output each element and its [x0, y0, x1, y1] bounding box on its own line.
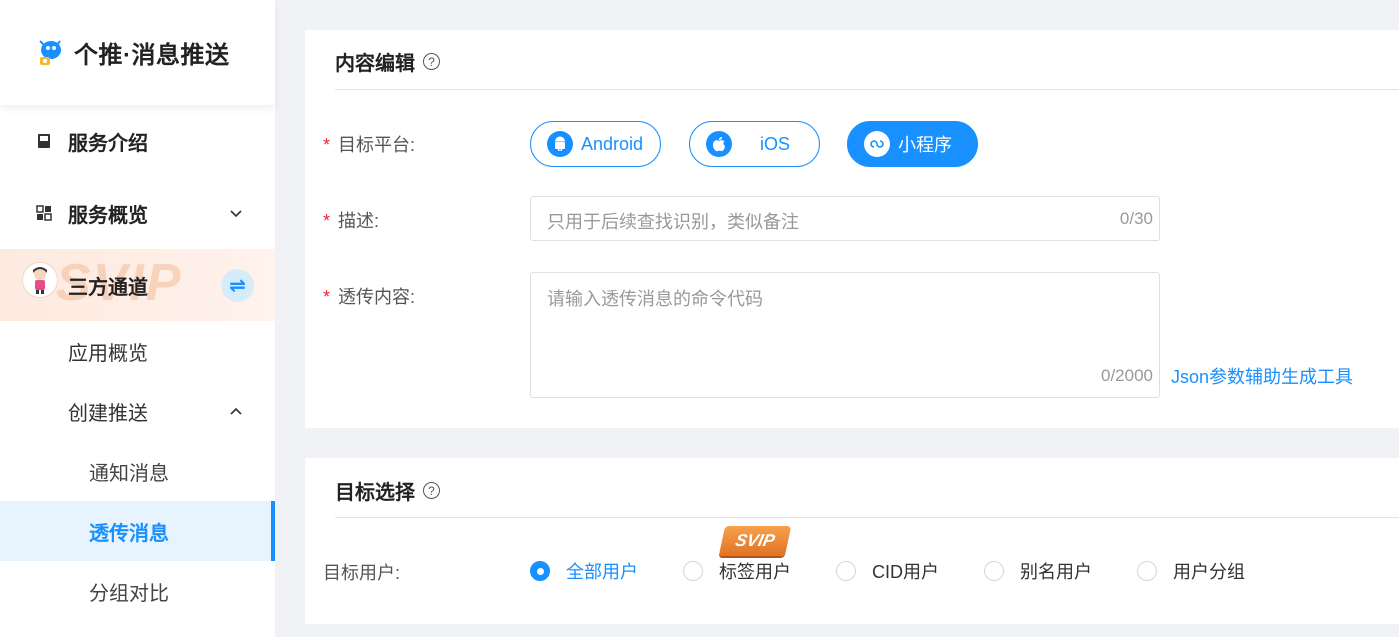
payload-label: * 透传内容:: [323, 283, 415, 309]
radio-button[interactable]: [683, 561, 703, 581]
platform-label: Android: [581, 133, 644, 154]
desc-input[interactable]: 只用于后续查找识别，类似备注 0/30: [530, 196, 1160, 241]
help-icon[interactable]: ?: [423, 53, 440, 70]
payload-char-count: 0/2000: [1101, 366, 1153, 385]
radio-tag-users[interactable]: 标签用户: [683, 558, 791, 584]
grid-icon: [36, 205, 52, 221]
sidebar-item-notify-message[interactable]: 通知消息: [0, 441, 275, 501]
sidebar-item-label: 创建推送: [68, 402, 148, 425]
desc-label: * 描述:: [323, 207, 379, 233]
target-select-card: 目标选择 ? 目标用户: SVIP 全部用户 标签用户 CID用户 别名用户 用…: [305, 458, 1399, 624]
card-title-text: 目标选择: [335, 482, 415, 504]
help-icon[interactable]: ?: [423, 482, 440, 499]
sidebar-item-label: 透传消息: [89, 522, 169, 545]
platform-label-text: 目标平台:: [338, 135, 416, 155]
sidebar-item-label: 服务介绍: [68, 132, 148, 155]
required-mark: *: [323, 211, 331, 231]
chevron-down-icon: [230, 210, 242, 218]
payload-placeholder: 请输入透传消息的命令代码: [547, 289, 763, 309]
book-icon: [38, 134, 50, 148]
desc-label-text: 描述:: [338, 211, 380, 231]
radio-cid-users[interactable]: CID用户: [836, 558, 939, 584]
sidebar: 个推·消息推送 服务介绍 服务概览 SVIP 三方通道 ⇌ 应用概览 创建推送 …: [0, 0, 275, 637]
radio-user-groups[interactable]: 用户分组: [1137, 558, 1245, 584]
content-edit-card: 内容编辑 ? * 目标平台: Android iOS 小程序 * 描述: 只用于后续…: [305, 30, 1399, 428]
json-tool-link[interactable]: Json参数辅助生成工具: [1171, 363, 1353, 389]
divider: [335, 517, 1399, 518]
brand-header: 个推·消息推送: [0, 0, 275, 105]
radio-button[interactable]: [984, 561, 1004, 581]
switch-icon[interactable]: ⇌: [221, 269, 254, 302]
radio-label: 别名用户: [1020, 562, 1092, 582]
sidebar-item-group-compare[interactable]: 分组对比: [0, 561, 275, 621]
desc-placeholder: 只用于后续查找识别，类似备注: [547, 212, 799, 232]
avatar: [22, 262, 58, 298]
sidebar-item-label: 分组对比: [89, 582, 169, 605]
sidebar-item-app-overview[interactable]: 应用概览: [0, 321, 275, 381]
radio-button[interactable]: [530, 561, 550, 581]
radio-button[interactable]: [836, 561, 856, 581]
platform-label: iOS: [760, 133, 791, 154]
android-icon: [547, 131, 573, 157]
getui-logo-icon: [39, 39, 61, 65]
brand-title: 个推·消息推送: [74, 42, 230, 69]
platform-label: 小程序: [898, 135, 952, 155]
miniprogram-icon: [864, 131, 890, 157]
payload-label-text: 透传内容:: [338, 287, 416, 307]
radio-label: 用户分组: [1173, 562, 1245, 582]
sidebar-item-label: 通知消息: [89, 462, 169, 485]
apple-icon: [706, 131, 732, 157]
required-mark: *: [323, 287, 331, 307]
card-title: 内容编辑 ?: [335, 47, 440, 76]
sidebar-item-third-party[interactable]: SVIP 三方通道 ⇌: [0, 249, 275, 321]
sidebar-item-service-intro[interactable]: 服务介绍: [0, 105, 275, 177]
target-users-label: 目标用户:: [323, 563, 401, 583]
platform-label: * 目标平台:: [323, 131, 415, 157]
radio-all-users[interactable]: 全部用户: [530, 558, 638, 584]
platform-miniprogram-button[interactable]: 小程序: [847, 121, 978, 167]
sidebar-item-label: 服务概览: [68, 204, 148, 227]
required-mark: *: [323, 135, 331, 155]
payload-textarea[interactable]: 请输入透传消息的命令代码 0/2000: [530, 272, 1160, 398]
radio-label: 标签用户: [719, 562, 791, 582]
card-title: 目标选择 ?: [335, 476, 440, 505]
platform-android-button[interactable]: Android: [530, 121, 661, 167]
svip-badge: SVIP: [718, 526, 792, 556]
sidebar-item-passthrough-message[interactable]: 透传消息: [0, 501, 275, 561]
desc-char-count: 0/30: [1119, 209, 1153, 228]
sidebar-item-label: 应用概览: [68, 342, 148, 365]
radio-label: CID用户: [872, 562, 939, 582]
divider: [335, 89, 1399, 90]
radio-label: 全部用户: [566, 562, 638, 582]
chevron-up-icon: [230, 407, 242, 415]
sidebar-item-label: 三方通道: [68, 276, 148, 299]
avatar-girl-icon: [33, 267, 47, 294]
platform-ios-button[interactable]: iOS: [689, 121, 820, 167]
sidebar-item-create-push[interactable]: 创建推送: [0, 381, 275, 441]
radio-button[interactable]: [1137, 561, 1157, 581]
sidebar-item-service-overview[interactable]: 服务概览: [0, 177, 275, 249]
card-title-text: 内容编辑: [335, 53, 415, 75]
radio-alias-users[interactable]: 别名用户: [984, 558, 1092, 584]
